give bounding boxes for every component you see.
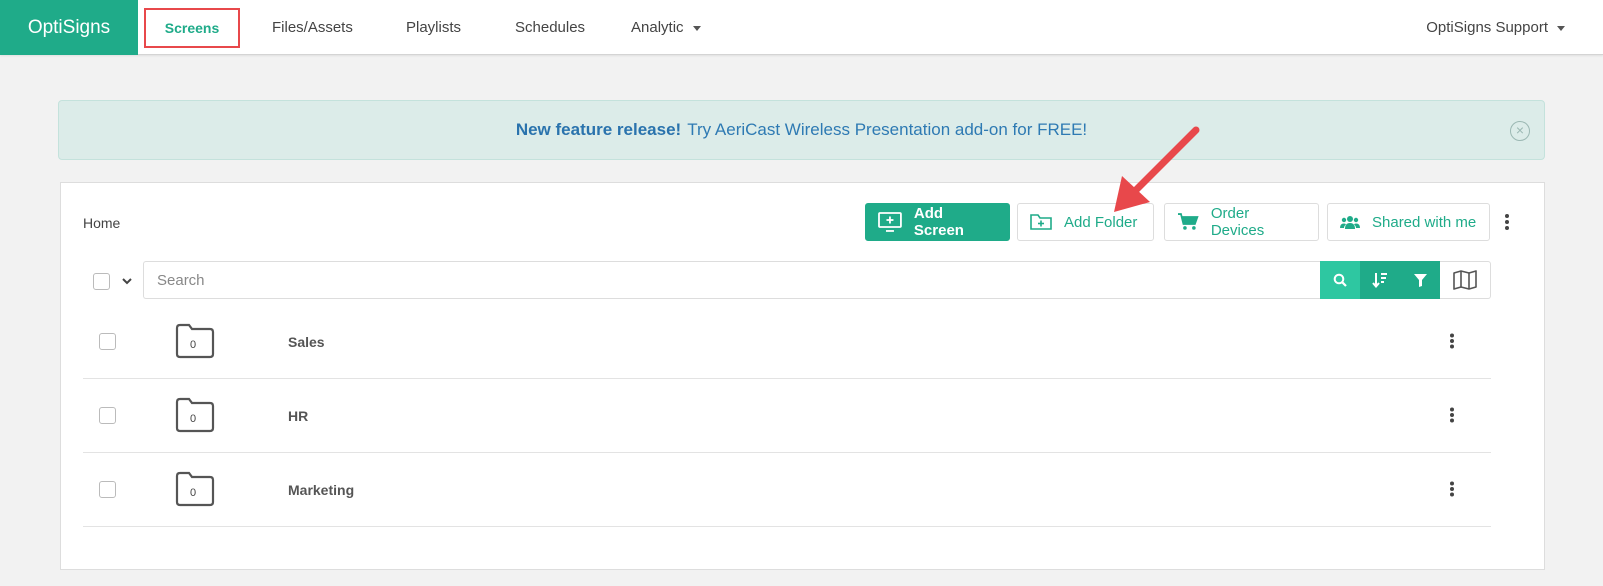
folder-count: 0: [189, 339, 197, 351]
order-devices-label: Order Devices: [1210, 205, 1265, 239]
filter-icon: [1413, 273, 1427, 287]
nav-files-assets[interactable]: Files/Assets: [272, 0, 353, 55]
nav-analytic[interactable]: Analytic: [631, 0, 701, 55]
order-devices-button[interactable]: Order Devices: [1164, 203, 1319, 241]
nav-playlists[interactable]: Playlists: [406, 0, 461, 55]
chevron-down-icon[interactable]: [121, 275, 133, 287]
banner-text[interactable]: Try AeriCast Wireless Presentation add-o…: [687, 120, 1087, 140]
search-input[interactable]: [143, 261, 1320, 299]
banner-bold-text: New feature release!: [515, 120, 682, 139]
folder-list: 0 Sales 0 HR 0 Marketing: [83, 305, 1491, 527]
user-menu[interactable]: OptiSigns Support: [1426, 0, 1565, 55]
nav-analytic-label: Analytic: [631, 19, 684, 36]
add-folder-button[interactable]: Add Folder: [1017, 203, 1154, 241]
row-checkbox[interactable]: [99, 333, 116, 350]
nav-schedules[interactable]: Schedules: [515, 0, 585, 55]
shared-with-me-label: Shared with me: [1372, 213, 1477, 231]
select-all-checkbox[interactable]: [93, 273, 110, 290]
folder-name[interactable]: HR: [288, 408, 308, 424]
feature-banner: New feature release! Try AeriCast Wirele…: [58, 100, 1545, 160]
add-screen-button[interactable]: Add Screen: [865, 203, 1010, 241]
folder-name[interactable]: Marketing: [288, 482, 354, 498]
more-options-icon[interactable]: [1504, 213, 1510, 231]
caret-down-icon: [1557, 26, 1565, 31]
sort-button[interactable]: [1360, 261, 1400, 299]
folder-count: 0: [189, 487, 197, 499]
row-checkbox[interactable]: [99, 407, 116, 424]
user-menu-label: OptiSigns Support: [1426, 19, 1548, 36]
search-icon: [1333, 273, 1347, 287]
sort-icon: [1372, 273, 1387, 288]
map-view-button[interactable]: [1440, 261, 1491, 299]
more-options-icon[interactable]: [1449, 481, 1455, 497]
search-button[interactable]: [1320, 261, 1360, 299]
map-icon: [1453, 270, 1477, 290]
list-item[interactable]: 0 HR: [83, 379, 1491, 453]
row-checkbox[interactable]: [99, 481, 116, 498]
monitor-plus-icon: [878, 212, 902, 232]
filter-button[interactable]: [1400, 261, 1440, 299]
folder-name[interactable]: Sales: [288, 334, 325, 350]
add-folder-label: Add Folder: [1064, 213, 1138, 231]
list-item[interactable]: 0 Sales: [83, 305, 1491, 379]
folder-count: 0: [189, 413, 197, 425]
caret-down-icon: [692, 26, 701, 31]
screens-panel: Home Add Screen Add Folder Order Devices…: [60, 182, 1545, 570]
list-item[interactable]: 0 Marketing: [83, 453, 1491, 527]
brand-logo[interactable]: OptiSigns: [0, 0, 138, 55]
shared-with-me-button[interactable]: Shared with me: [1327, 203, 1490, 241]
top-navigation: OptiSigns Screens Files/Assets Playlists…: [0, 0, 1603, 55]
cart-icon: [1177, 213, 1199, 230]
close-icon[interactable]: ×: [1510, 121, 1530, 141]
add-screen-label: Add Screen: [913, 205, 964, 239]
users-icon: [1340, 216, 1360, 229]
more-options-icon[interactable]: [1449, 407, 1455, 423]
breadcrumb[interactable]: Home: [83, 215, 120, 231]
nav-screens[interactable]: Screens: [144, 8, 240, 48]
more-options-icon[interactable]: [1449, 333, 1455, 349]
folder-plus-icon: [1030, 214, 1052, 230]
